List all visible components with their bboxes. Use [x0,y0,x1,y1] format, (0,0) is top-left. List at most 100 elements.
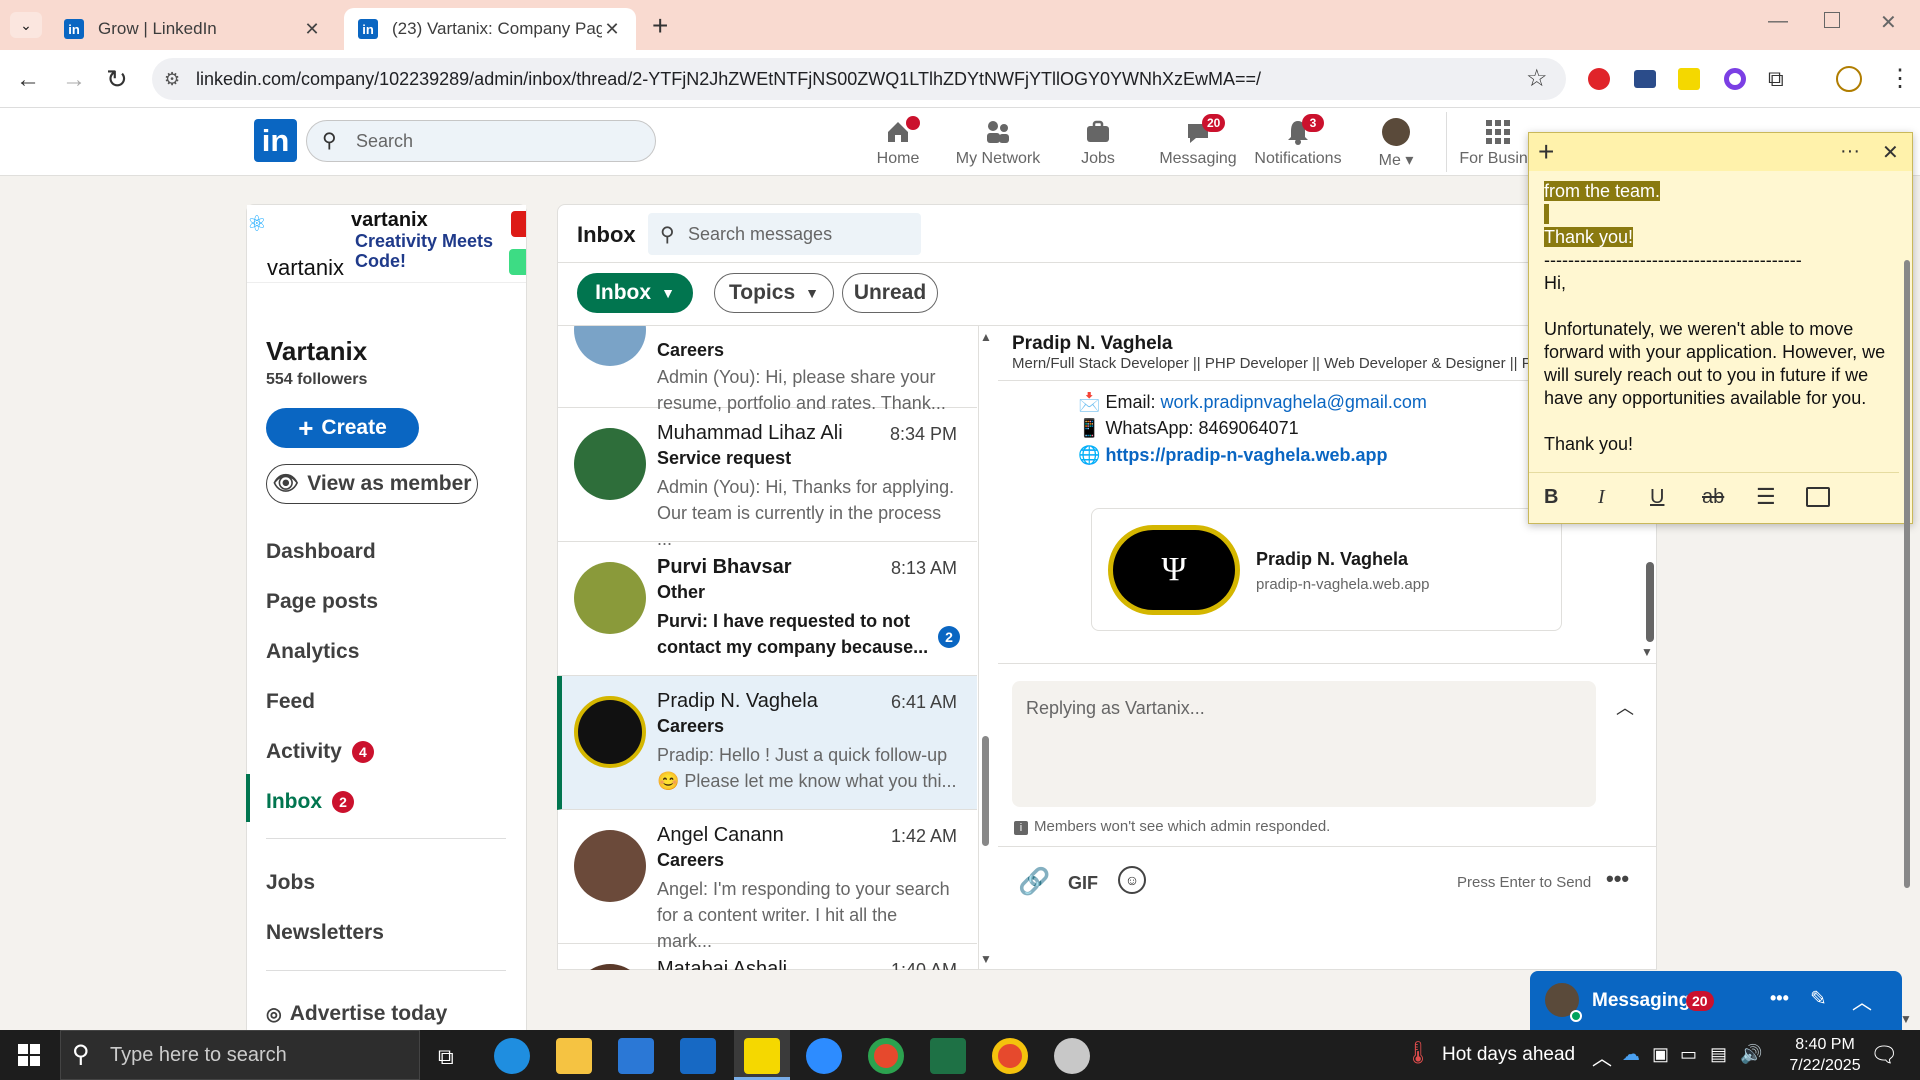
nav-jobs[interactable]: Jobs [1048,114,1148,174]
thread-scrollbar[interactable] [1646,562,1654,642]
note-close-icon[interactable]: ✕ [1882,140,1899,165]
profile-icon[interactable] [1836,66,1862,92]
forward-arrow-icon[interactable]: → [62,66,86,94]
compose-icon[interactable]: ✎ [1810,986,1827,1011]
store-icon[interactable] [618,1038,654,1074]
list-item[interactable]: Purvi Bhavsar 8:13 AM Other Purvi: I hav… [557,542,977,676]
new-note-plus-icon[interactable]: + [1538,136,1554,168]
sidebar-item-jobs[interactable]: Jobs [266,871,315,895]
nav-home[interactable]: Home [848,114,948,174]
bold-icon[interactable]: B [1544,486,1558,509]
gif-button[interactable]: GIF [1068,873,1098,894]
emoji-icon[interactable]: ☺ [1118,866,1146,894]
view-as-member-button[interactable]: 👁 View as member [266,464,478,504]
chrome-icon[interactable] [868,1038,904,1074]
chrome-profile-icon[interactable] [992,1038,1028,1074]
strikethrough-icon[interactable]: ab [1702,486,1724,509]
list-scrollbar[interactable] [982,736,989,846]
image-icon[interactable] [1806,487,1830,507]
scroll-down-arrow-icon[interactable]: ▼ [980,952,992,966]
zoom-icon[interactable] [806,1038,842,1074]
scroll-down-arrow-icon[interactable]: ▼ [1641,645,1653,659]
browser-menu-icon[interactable]: ⋮ [1888,64,1912,93]
taskbar-clock[interactable]: 8:40 PM 7/22/2025 [1780,1034,1870,1076]
paint-icon[interactable] [1054,1038,1090,1074]
page-scrollbar[interactable] [1904,260,1910,888]
underline-icon[interactable]: U [1650,486,1664,509]
onedrive-icon[interactable]: ☁ [1622,1044,1640,1065]
file-explorer-icon[interactable] [556,1038,592,1074]
excel-icon[interactable] [930,1038,966,1074]
extension-circle-icon[interactable] [1724,68,1746,90]
nav-notifications[interactable]: 3 Notifications [1248,114,1348,174]
extensions-puzzle-icon[interactable]: ⧉ [1768,66,1784,92]
create-button[interactable]: + Create [266,408,419,448]
camera-icon[interactable]: ▣ [1652,1044,1669,1065]
site-info-icon[interactable]: ⚙ [164,69,180,90]
sidebar-item-newsletters[interactable]: Newsletters [266,921,384,945]
filter-unread-button[interactable]: Unread [842,273,938,313]
nav-messaging[interactable]: 20 Messaging [1148,114,1248,174]
sidebar-item-dashboard[interactable]: Dashboard [266,540,376,564]
linkedin-logo[interactable]: in [254,119,297,162]
browser-tab-grow[interactable]: in Grow | LinkedIn ✕ [50,8,336,50]
scroll-up-arrow-icon[interactable]: ▲ [980,330,992,344]
messaging-more-icon[interactable]: ••• [1770,988,1789,1009]
network-icon[interactable]: ▤ [1710,1044,1727,1065]
list-item[interactable]: Muhammad Lihaz Ali 8:34 PM Service reque… [557,408,977,549]
list-item[interactable]: Matabai Ashali 1:40 AM [557,944,977,970]
reload-icon[interactable]: ↻ [106,64,128,95]
edge-icon[interactable] [494,1038,530,1074]
minimize-icon[interactable]: — [1768,10,1788,33]
more-options-icon[interactable]: ••• [1606,866,1629,892]
browser-tab-vartanix[interactable]: in (23) Vartanix: Company Page Ac ✕ [344,8,636,50]
sidebar-item-activity[interactable]: Activity 4 [266,740,374,764]
task-view-icon[interactable]: ⧉ [438,1044,454,1070]
filter-inbox-dropdown[interactable]: Inbox ▼ [577,273,693,313]
sidebar-item-inbox[interactable]: Inbox 2 [266,790,354,814]
company-name[interactable]: Vartanix [266,336,367,367]
thread-contact-name[interactable]: Pradip N. Vaghela [1012,333,1173,355]
restore-icon[interactable] [1824,12,1840,28]
scroll-down-arrow-icon[interactable]: ▼ [1900,1012,1912,1026]
nav-me[interactable]: Me ▾ [1346,114,1446,174]
mail-icon[interactable] [680,1038,716,1074]
website-line[interactable]: 🌐 https://pradip-n-vaghela.web.app [1078,445,1387,466]
sidebar-item-feed[interactable]: Feed [266,690,315,714]
expand-chevron-up-icon[interactable]: ︿ [1616,694,1634,720]
tab-search-chevron-icon[interactable]: ⌄ [10,12,42,38]
battery-icon[interactable]: ▭ [1680,1044,1697,1065]
bookmark-star-icon[interactable]: ☆ [1526,64,1548,93]
chevron-up-icon[interactable]: ︿ [1852,986,1872,1015]
extension-pokeball-icon[interactable] [1588,68,1610,90]
filter-topics-dropdown[interactable]: Topics ▼ [714,273,834,313]
list-item[interactable]: Careers Admin (You): Hi, please share yo… [557,326,977,413]
note-menu-icon[interactable]: ··· [1840,140,1860,163]
italic-icon[interactable]: I [1598,486,1605,509]
back-arrow-icon[interactable]: ← [16,66,40,94]
list-item[interactable]: Angel Canann 1:42 AM Careers Angel: I'm … [557,810,977,951]
list-item[interactable]: Pradip N. Vaghela 6:41 AM Careers Pradip… [557,676,977,810]
notification-center-icon[interactable]: 🗨 [1870,1042,1898,1068]
nav-my-network[interactable]: My Network [948,114,1048,174]
advertise-link[interactable]: ◎ Advertise today [266,1002,447,1026]
email-link[interactable]: work.pradipnvaghela@gmail.com [1160,392,1426,412]
linkedin-tab-icon: in [64,19,84,39]
sticky-note-content[interactable]: from the team. Thank you! --------------… [1544,180,1904,456]
attach-paperclip-icon[interactable]: 🔗 [1018,866,1050,897]
sidebar-item-page-posts[interactable]: Page posts [266,590,378,614]
sticky-notes-icon [744,1038,780,1074]
close-icon[interactable]: ✕ [302,19,322,40]
sidebar-item-analytics[interactable]: Analytics [266,640,359,664]
messaging-bar[interactable] [1530,971,1902,1031]
show-hidden-icons-chevron-icon[interactable]: ︿ [1592,1042,1612,1071]
extension-snowflake-icon[interactable] [1678,68,1700,90]
volume-icon[interactable]: 🔊 [1740,1044,1762,1065]
windows-start-icon[interactable] [18,1044,40,1066]
new-tab-plus-icon[interactable]: + [652,10,668,42]
weather-text[interactable]: Hot days ahead [1442,1044,1575,1066]
close-icon[interactable]: ✕ [602,19,622,40]
bullets-icon[interactable]: ☰ [1756,484,1776,510]
extension-folder-icon[interactable] [1634,70,1656,88]
window-close-icon[interactable]: ✕ [1880,10,1897,35]
